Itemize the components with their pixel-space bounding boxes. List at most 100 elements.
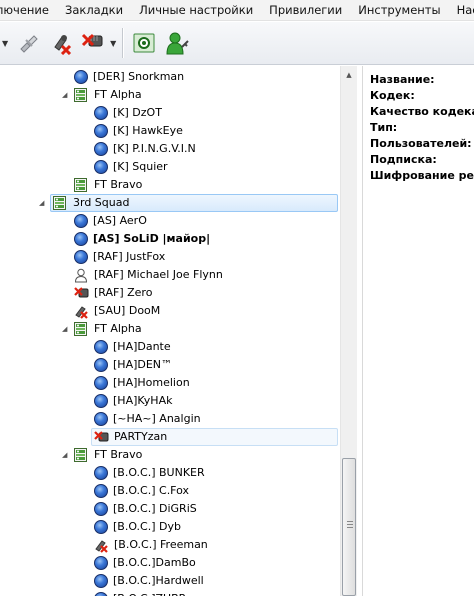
user-row[interactable]: [RAF] JustFox	[74, 248, 165, 266]
user-status-icon	[94, 502, 108, 516]
user-row[interactable]: [RAF] Michael Joe Flynn	[74, 266, 223, 284]
chevron-down-icon[interactable]: ▼	[2, 39, 8, 48]
channel-icon	[53, 196, 68, 210]
user-status-icon	[74, 70, 88, 84]
menu-personal-settings[interactable]: Личные настройки	[131, 0, 261, 20]
user-name: [HA]Homelion	[113, 376, 190, 389]
toolbar-separator	[122, 28, 124, 58]
user-row[interactable]: [HA]KyHAk	[94, 392, 172, 410]
user-status-icon	[94, 574, 108, 588]
user-name: PARTYzan	[114, 430, 168, 443]
user-name: [HA]KyHAk	[113, 394, 173, 407]
menu-tools[interactable]: Инструменты	[350, 0, 448, 20]
user-row[interactable]: [B.O.C.] Dyb	[94, 518, 181, 536]
mute-microphone-icon	[54, 35, 72, 55]
disconnect-button[interactable]	[14, 27, 44, 59]
info-codec-label: Кодек:	[370, 89, 415, 102]
view-button[interactable]	[129, 27, 159, 59]
user-status-icon	[94, 412, 108, 426]
scroll-up-arrow-icon[interactable]: ▲	[341, 66, 357, 83]
menu-privileges[interactable]: Привилегии	[261, 0, 350, 20]
channel-row[interactable]: FT Alpha	[74, 320, 142, 338]
user-row[interactable]: [AS] SoLiD |майор|	[74, 230, 210, 248]
user-name: [B.O.C.] C.Fox	[113, 484, 190, 497]
user-status-icon	[94, 520, 108, 534]
user-row[interactable]: [DER] Snorkman	[74, 68, 184, 86]
tree-expander-icon[interactable]: ◢	[39, 199, 44, 207]
mute-speakers-button[interactable]	[78, 27, 108, 59]
user-name: [B.O.C.]ZUBR	[113, 590, 186, 596]
user-status-icon	[74, 214, 88, 228]
channel-row[interactable]: FT Bravo	[74, 176, 142, 194]
user-name: [K] HawkEye	[113, 124, 183, 137]
user-status-icon	[94, 106, 108, 120]
user-status-icon	[94, 358, 108, 372]
disconnect-icon	[20, 35, 38, 53]
user-row[interactable]: [B.O.C.]ZUBR	[94, 590, 186, 596]
toolbar: ▼ ▼	[0, 22, 474, 65]
menu-bookmarks[interactable]: Закладки	[57, 0, 131, 20]
user-name: [RAF] JustFox	[93, 250, 166, 263]
away-user-icon	[74, 268, 89, 283]
user-row[interactable]: [RAF] Zero	[74, 284, 152, 302]
user-name: [~HA~] Analgin	[113, 412, 201, 425]
channel-row[interactable]: 3rd Squad	[50, 194, 338, 212]
view-icon	[133, 33, 155, 53]
info-encryption-label: Шифрование речи:	[370, 169, 474, 182]
tree-scrollbar[interactable]: ▲	[340, 66, 357, 596]
channel-name: FT Bravo	[94, 448, 143, 461]
menu-settings[interactable]: Настрой	[449, 0, 474, 20]
user-status-icon	[94, 160, 108, 174]
tree-expander-icon[interactable]: ◢	[62, 91, 67, 99]
user-row[interactable]: [AS] AerO	[74, 212, 147, 230]
user-row[interactable]: [B.O.C.]DamBo	[94, 554, 196, 572]
channel-row[interactable]: FT Alpha	[74, 86, 142, 104]
channel-tree[interactable]: [DER] Snorkman ◢ FT Alpha [K] DzOT [K] HawkE…	[0, 66, 340, 596]
mute-microphone-button[interactable]	[46, 27, 76, 59]
user-row[interactable]: [HA]Dante	[94, 338, 171, 356]
user-status-icon	[94, 376, 108, 390]
user-status-icon	[94, 124, 108, 138]
user-name: [B.O.C.]Hardwell	[113, 574, 204, 587]
user-name: [AS] AerO	[93, 214, 147, 227]
channel-row[interactable]: FT Bravo	[74, 446, 142, 464]
user-row[interactable]: [SAU] DooM	[74, 302, 160, 320]
user-row[interactable]: [K] DzOT	[94, 104, 162, 122]
user-row[interactable]: [K] Squier	[94, 158, 168, 176]
scrollbar-thumb[interactable]	[342, 458, 356, 596]
info-codec-quality-label: Качество кодека:	[370, 105, 474, 118]
user-name: [B.O.C.] Dyb	[113, 520, 181, 533]
channel-icon	[74, 448, 89, 462]
channel-icon	[74, 322, 89, 336]
menu-connection[interactable]: лючение	[0, 0, 57, 20]
speakers-muted-icon	[74, 286, 89, 301]
user-row[interactable]: [HA]DEN™	[94, 356, 172, 374]
user-row[interactable]: [B.O.C.] Freeman	[94, 536, 208, 554]
user-status-icon	[74, 250, 88, 264]
user-name: [K] P.I.N.G.V.I.N	[113, 142, 196, 155]
user-row[interactable]: [~HA~] Analgin	[94, 410, 201, 428]
user-row[interactable]: [HA]Homelion	[94, 374, 190, 392]
info-name-label: Название:	[370, 73, 435, 86]
user-name: [DER] Snorkman	[93, 70, 185, 83]
channel-info-panel: Название: Кодек: Качество кодека: Тип: П…	[362, 66, 474, 596]
add-user-button[interactable]	[163, 27, 193, 59]
menu-bar: лючение Закладки Личные настройки Привил…	[0, 0, 474, 21]
user-row[interactable]: [B.O.C.] BUNKER	[94, 464, 205, 482]
user-row[interactable]: [K] HawkEye	[94, 122, 183, 140]
user-name: [HA]DEN™	[113, 358, 173, 371]
user-row[interactable]: PARTYzan	[91, 428, 338, 446]
chevron-down-icon[interactable]: ▼	[110, 39, 116, 48]
user-status-icon	[94, 142, 108, 156]
user-status-icon	[94, 466, 108, 480]
tree-expander-icon[interactable]: ◢	[62, 451, 67, 459]
user-name: [RAF] Michael Joe Flynn	[94, 268, 223, 281]
user-row[interactable]: [K] P.I.N.G.V.I.N	[94, 140, 196, 158]
user-row[interactable]: [B.O.C.] C.Fox	[94, 482, 189, 500]
channel-icon	[74, 178, 89, 192]
user-name: [K] Squier	[113, 160, 168, 173]
channel-name: FT Alpha	[94, 88, 142, 101]
tree-expander-icon[interactable]: ◢	[62, 325, 67, 333]
user-row[interactable]: [B.O.C.]Hardwell	[94, 572, 204, 590]
user-row[interactable]: [B.O.C.] DiGRiS	[94, 500, 197, 518]
